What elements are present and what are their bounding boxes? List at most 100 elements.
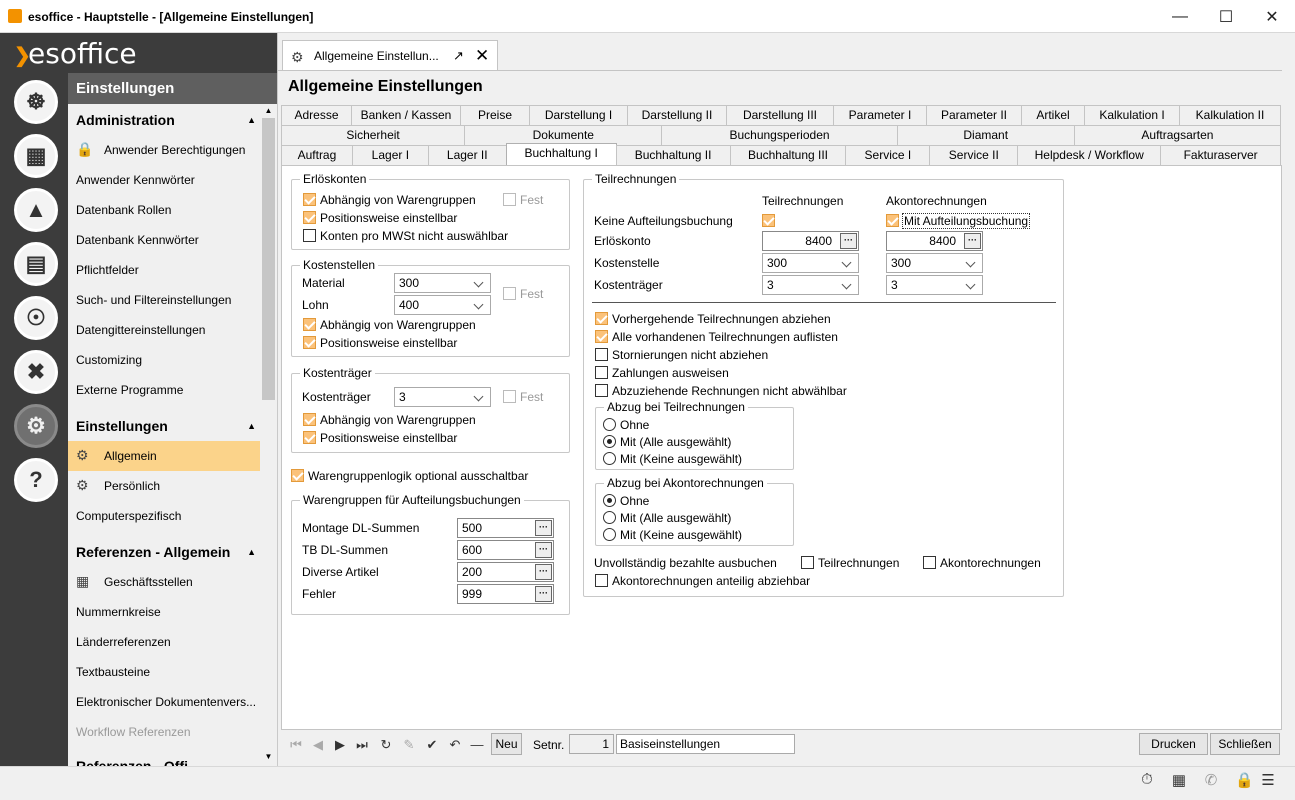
nav-item-elektronischer-dokumentenvers[interactable]: Elektronischer Dokumentenvers...	[68, 687, 260, 717]
warengruppenlogik-checkbox[interactable]	[291, 469, 304, 482]
ellipsis-button[interactable]: ···	[535, 564, 552, 580]
delete-dash-icon[interactable]: —	[469, 737, 485, 753]
akonto-kostentraeger-combo[interactable]: 3	[886, 275, 983, 295]
nav-item-anwender-kennwoerter[interactable]: Anwender Kennwörter	[68, 165, 260, 195]
stornierungen-checkbox[interactable]	[595, 348, 608, 361]
tab-service-1[interactable]: Service I	[845, 145, 931, 165]
tab-buchhaltung-1[interactable]: Buchhaltung I	[505, 143, 617, 165]
ellipsis-button[interactable]: ···	[964, 233, 981, 249]
erloeskonten-positionsweise-checkbox[interactable]	[303, 211, 316, 224]
unvoll-teilrechnungen-checkbox[interactable]	[801, 556, 814, 569]
tab-buchhaltung-3[interactable]: Buchhaltung III	[729, 145, 847, 165]
tab-helpdesk-workflow[interactable]: Helpdesk / Workflow	[1017, 145, 1162, 165]
tab-fakturaserver[interactable]: Fakturaserver	[1160, 145, 1282, 165]
kostentraeger-abhaengig-checkbox[interactable]	[303, 413, 316, 426]
close-tab-icon[interactable]: ✕	[475, 46, 489, 66]
tab-buchhaltung-2[interactable]: Buchhaltung II	[615, 145, 731, 165]
erloeskonten-fest-checkbox[interactable]	[503, 193, 516, 206]
erloeskonten-abhaengig-checkbox[interactable]	[303, 193, 316, 206]
nav-item-laenderreferenzen[interactable]: Länderreferenzen	[68, 627, 260, 657]
document-tab[interactable]: ⚙ Allgemeine Einstellun... ↗ ✕	[282, 40, 498, 71]
fehler-field[interactable]: 999 ···	[457, 584, 554, 604]
kostentraeger-fest-checkbox[interactable]	[503, 390, 516, 403]
scroll-up-icon[interactable]: ▲	[262, 106, 275, 116]
pop-out-icon[interactable]: ↗	[453, 48, 464, 64]
last-record-icon[interactable]: ⏭	[354, 737, 370, 753]
help-icon[interactable]: ?	[14, 458, 58, 502]
nav-item-pflichtfelder[interactable]: Pflichtfelder	[68, 255, 260, 285]
tb-field[interactable]: 600 ···	[457, 540, 554, 560]
maximize-button[interactable]: ☐	[1203, 0, 1249, 33]
tab-kalkulation-2[interactable]: Kalkulation II	[1179, 105, 1281, 125]
tab-parameter-2[interactable]: Parameter II	[926, 105, 1022, 125]
teil-kostenstelle-combo[interactable]: 300	[762, 253, 859, 273]
spreadsheet-icon[interactable]: ▦	[14, 134, 58, 178]
abzug-akonto-mit-alle-radio[interactable]	[603, 511, 616, 524]
stopwatch-icon[interactable]: ⏱	[1138, 771, 1156, 789]
nav-item-workflow-referenzen[interactable]: Workflow Referenzen	[68, 717, 260, 747]
tab-preise[interactable]: Preise	[460, 105, 530, 125]
headset-icon[interactable]: ☉	[14, 296, 58, 340]
nav-item-allgemein[interactable]: ⚙ Allgemein	[68, 441, 260, 471]
close-window-button[interactable]: ✕	[1249, 0, 1295, 33]
kostenstellen-fest-checkbox[interactable]	[503, 287, 516, 300]
undo-icon[interactable]: ↶	[447, 737, 463, 753]
abzug-teil-mit-alle-radio[interactable]	[603, 435, 616, 448]
diverse-field[interactable]: 200 ···	[457, 562, 554, 582]
drucken-button[interactable]: Drucken	[1139, 733, 1208, 755]
first-record-icon[interactable]: ⏮	[288, 737, 304, 753]
vorhergehende-abziehen-checkbox[interactable]	[595, 312, 608, 325]
tab-lager-2[interactable]: Lager II	[427, 145, 507, 165]
next-record-icon[interactable]: ▶	[332, 737, 348, 753]
nav-item-datengitter[interactable]: Datengittereinstellungen	[68, 315, 260, 345]
tab-kalkulation-1[interactable]: Kalkulation I	[1084, 105, 1180, 125]
alarm-light-icon[interactable]: ▲	[14, 188, 58, 232]
tab-darstellung-2[interactable]: Darstellung II	[627, 105, 727, 125]
zahlungen-ausweisen-checkbox[interactable]	[595, 366, 608, 379]
minimize-button[interactable]: —	[1157, 0, 1203, 33]
save-check-icon[interactable]: ✔	[424, 737, 440, 753]
material-combo[interactable]: 300	[394, 273, 491, 293]
nav-item-datenbank-kennwoerter[interactable]: Datenbank Kennwörter	[68, 225, 260, 255]
tab-dokumente[interactable]: Dokumente	[464, 125, 663, 145]
montage-field[interactable]: 500 ···	[457, 518, 554, 538]
akonto-kostenstelle-combo[interactable]: 300	[886, 253, 983, 273]
konten-pro-mwst-checkbox[interactable]	[303, 229, 316, 242]
tab-service-2[interactable]: Service II	[929, 145, 1019, 165]
tab-darstellung-3[interactable]: Darstellung III	[726, 105, 834, 125]
tab-banken-kassen[interactable]: Banken / Kassen	[351, 105, 461, 125]
phone-icon[interactable]: ✆	[1202, 771, 1220, 789]
settings-gears-icon[interactable]: ⚙	[14, 404, 58, 448]
teil-erloeskonto-field[interactable]: 8400 ···	[762, 231, 859, 251]
alle-auflisten-checkbox[interactable]	[595, 330, 608, 343]
nav-item-externe-programme[interactable]: Externe Programme	[68, 375, 260, 405]
tab-parameter-1[interactable]: Parameter I	[833, 105, 927, 125]
tab-darstellung-1[interactable]: Darstellung I	[529, 105, 628, 125]
teil-keine-aufteilung-checkbox[interactable]	[762, 214, 775, 227]
database-icon[interactable]: ☰	[1259, 771, 1277, 789]
abzug-teil-ohne-radio[interactable]	[603, 418, 616, 431]
nav-section-referenzen-office[interactable]: Referenzen - Offi...	[68, 754, 260, 766]
lohn-combo[interactable]: 400	[394, 295, 491, 315]
cash-icon[interactable]: ▤	[14, 242, 58, 286]
nav-item-computerspezifisch[interactable]: Computerspezifisch	[68, 501, 260, 531]
schliessen-button[interactable]: Schließen	[1210, 733, 1280, 755]
tab-artikel[interactable]: Artikel	[1021, 105, 1085, 125]
nav-item-geschaeftsstellen[interactable]: ▦ Geschäftsstellen	[68, 567, 260, 597]
tab-diamant[interactable]: Diamant	[896, 125, 1075, 145]
setnr-field[interactable]: 1	[569, 734, 614, 754]
ellipsis-button[interactable]: ···	[535, 542, 552, 558]
tools-icon[interactable]: ✖	[14, 350, 58, 394]
edit-pencil-icon[interactable]: ✎	[401, 737, 417, 753]
nav-item-persoenlich[interactable]: ⚙ Persönlich	[68, 471, 260, 501]
unvoll-akontorechnungen-checkbox[interactable]	[923, 556, 936, 569]
helm-icon[interactable]: ☸	[14, 80, 58, 124]
ellipsis-button[interactable]: ···	[535, 520, 552, 536]
ellipsis-button[interactable]: ···	[840, 233, 857, 249]
building-icon[interactable]: ▦	[1170, 771, 1188, 789]
refresh-icon[interactable]: ↻	[378, 737, 394, 753]
nav-scroll-thumb[interactable]	[262, 118, 275, 400]
nav-item-customizing[interactable]: Customizing	[68, 345, 260, 375]
tab-buchungsperioden[interactable]: Buchungsperioden	[661, 125, 898, 145]
abzug-teil-mit-keine-radio[interactable]	[603, 452, 616, 465]
